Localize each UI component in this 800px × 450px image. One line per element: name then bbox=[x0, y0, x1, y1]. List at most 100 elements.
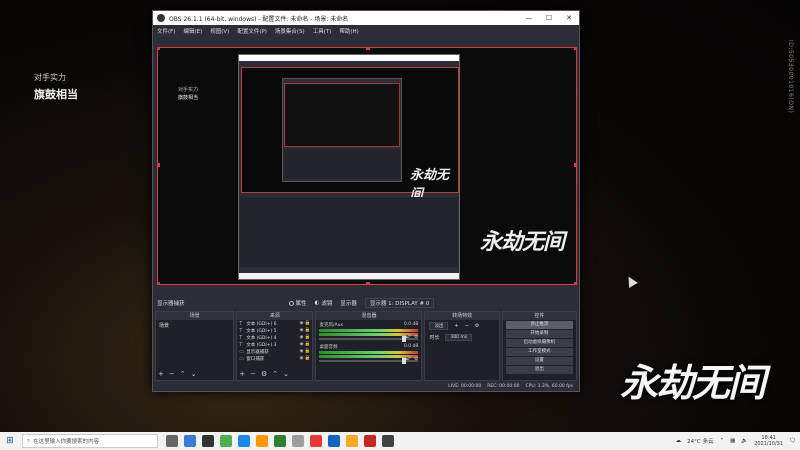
resize-handle[interactable] bbox=[366, 282, 370, 284]
taskbar-app-icon[interactable] bbox=[274, 435, 286, 447]
scenes-dock-title: 场景 bbox=[156, 312, 234, 320]
mixer-dock-title: 混音器 bbox=[316, 312, 422, 320]
filters-button[interactable]: ◐ 滤镜 bbox=[315, 299, 333, 307]
weather-text[interactable]: 24°C 多云 bbox=[687, 437, 713, 445]
source-label: 文本 (GDI+) 3 bbox=[246, 342, 277, 348]
menu-help[interactable]: 帮助(H) bbox=[339, 27, 358, 35]
settings-button[interactable]: 设置 bbox=[505, 357, 573, 365]
remove-icon[interactable]: − bbox=[465, 323, 469, 329]
taskbar-app-icon[interactable] bbox=[328, 435, 340, 447]
resize-handle[interactable] bbox=[158, 163, 160, 167]
nested-preview-2 bbox=[284, 83, 400, 147]
taskbar-search-input[interactable]: ⌕ 在这里输入你要搜索的内容 bbox=[22, 434, 158, 448]
nested-obs-capture-2 bbox=[282, 78, 402, 182]
obs-window[interactable]: OBS 26.1.1 (64-bit, windows) - 配置文件: 未命名… bbox=[152, 10, 580, 392]
taskbar-app-icon[interactable] bbox=[346, 435, 358, 447]
windows-start-icon[interactable]: ⊞ bbox=[0, 436, 20, 446]
taskbar-app-icon[interactable] bbox=[166, 435, 178, 447]
source-row[interactable]: T 文本 (GDI+) 3 ◉ 🔒 bbox=[237, 341, 312, 348]
volume-knob[interactable] bbox=[402, 336, 407, 342]
stop-streaming-button[interactable]: 停止推流 bbox=[505, 321, 573, 329]
controls-dock: 控件 停止推流 开始录制 启动虚拟摄像机 工作室模式 设置 退出 bbox=[501, 311, 577, 381]
transition-duration-row: 时长 300 ms bbox=[425, 332, 498, 343]
volume-slider[interactable] bbox=[319, 358, 419, 364]
close-button[interactable]: ✕ bbox=[559, 14, 579, 22]
remove-icon[interactable]: − bbox=[250, 370, 256, 378]
start-virtual-camera-button[interactable]: 启动虚拟摄像机 bbox=[505, 339, 573, 347]
preview-opponent-value: 旗鼓相当 bbox=[178, 95, 199, 101]
move-up-icon[interactable]: ⌃ bbox=[180, 370, 186, 378]
add-icon[interactable]: + bbox=[239, 370, 245, 378]
source-row[interactable]: T 文本 (GDI+) 4 ◉ 🔒 bbox=[237, 334, 312, 341]
resize-handle[interactable] bbox=[366, 48, 370, 50]
add-icon[interactable]: + bbox=[158, 370, 164, 378]
resize-handle[interactable] bbox=[158, 282, 160, 284]
nested-taskbar bbox=[239, 273, 459, 279]
menu-scene-collection[interactable]: 场景集合(S) bbox=[275, 27, 305, 35]
tray-chevron-icon[interactable]: ⌃ bbox=[720, 438, 725, 444]
text-source-icon: T bbox=[239, 334, 243, 341]
taskbar-clock[interactable]: 18:41 2021/10/31 bbox=[754, 435, 783, 447]
source-row[interactable]: ▭ 显示器捕获 ◉ 🔒 bbox=[237, 348, 312, 355]
menu-file[interactable]: 文件(F) bbox=[157, 27, 175, 35]
source-row[interactable]: ▭ 窗口捕获 ◉ 🔒 bbox=[237, 355, 312, 362]
display-select[interactable]: 显示器 1: DISPLAY # 0 bbox=[364, 298, 435, 308]
taskbar-app-icon[interactable] bbox=[238, 435, 250, 447]
taskbar-app-icon[interactable] bbox=[184, 435, 196, 447]
taskbar-app-icon[interactable] bbox=[220, 435, 232, 447]
settings-icon[interactable]: ⚙ bbox=[475, 323, 479, 329]
taskbar-app-icon[interactable] bbox=[256, 435, 268, 447]
windows-taskbar: ⊞ ⌕ 在这里输入你要搜索的内容 ☁ 24°C 多云 ⌃ ▦ 🔈 18:41 2… bbox=[0, 432, 800, 450]
menu-tools[interactable]: 工具(T) bbox=[313, 27, 332, 35]
network-icon[interactable]: ▦ bbox=[730, 438, 735, 444]
remove-icon[interactable]: − bbox=[169, 370, 175, 378]
source-label: 文本 (GDI+) 5 bbox=[246, 328, 277, 334]
transition-type-row: 淡出 + − ⚙ bbox=[425, 320, 498, 332]
obs-statusbar: LIVE: 00:00:00 REC: 00:00:00 CPU: 1.3%, … bbox=[153, 381, 579, 391]
taskbar-app-icon[interactable] bbox=[292, 435, 304, 447]
resize-handle[interactable] bbox=[574, 48, 576, 50]
resize-handle[interactable] bbox=[158, 48, 160, 50]
add-icon[interactable]: + bbox=[454, 323, 458, 329]
taskbar-app-icon[interactable] bbox=[364, 435, 376, 447]
volume-icon[interactable]: 🔈 bbox=[741, 438, 748, 444]
settings-icon[interactable]: ⚙ bbox=[261, 370, 267, 378]
obs-titlebar[interactable]: OBS 26.1.1 (64-bit, windows) - 配置文件: 未命名… bbox=[153, 11, 579, 25]
eye-icon[interactable]: ◉ 🔒 bbox=[300, 342, 311, 347]
minimize-button[interactable]: — bbox=[519, 14, 539, 22]
move-up-icon[interactable]: ⌃ bbox=[272, 370, 278, 378]
eye-icon[interactable]: ◉ 🔒 bbox=[300, 356, 311, 361]
scene-item[interactable]: 场景 bbox=[156, 320, 233, 331]
eye-icon[interactable]: ◉ 🔒 bbox=[300, 321, 311, 326]
studio-mode-button[interactable]: 工作室模式 bbox=[505, 348, 573, 356]
notification-icon[interactable]: 🗨 bbox=[789, 438, 796, 444]
taskbar-app-icon[interactable] bbox=[382, 435, 394, 447]
audio-meter bbox=[319, 351, 419, 354]
duration-input[interactable]: 300 ms bbox=[445, 334, 473, 341]
volume-knob[interactable] bbox=[402, 358, 407, 364]
resize-handle[interactable] bbox=[574, 282, 576, 284]
exit-button[interactable]: 退出 bbox=[505, 366, 573, 374]
taskbar-app-icon[interactable] bbox=[310, 435, 322, 447]
menu-view[interactable]: 视图(V) bbox=[210, 27, 229, 35]
menu-profile[interactable]: 配置文件(P) bbox=[237, 27, 267, 35]
move-down-icon[interactable]: ⌄ bbox=[191, 370, 197, 378]
taskbar-app-icon[interactable] bbox=[202, 435, 214, 447]
source-row[interactable]: T 文本 (GDI+) 5 ◉ 🔒 bbox=[237, 327, 312, 334]
menu-edit[interactable]: 编辑(E) bbox=[183, 27, 202, 35]
start-recording-button[interactable]: 开始录制 bbox=[505, 330, 573, 338]
resize-handle[interactable] bbox=[574, 163, 576, 167]
maximize-button[interactable]: ☐ bbox=[539, 14, 559, 22]
source-row[interactable]: T 文本 (GDI+) 6 ◉ 🔒 bbox=[237, 320, 312, 327]
weather-icon[interactable]: ☁ bbox=[676, 438, 682, 444]
move-down-icon[interactable]: ⌄ bbox=[283, 370, 289, 378]
transition-select[interactable]: 淡出 bbox=[429, 322, 449, 330]
eye-icon[interactable]: ◉ 🔒 bbox=[300, 328, 311, 333]
volume-slider[interactable] bbox=[319, 336, 419, 342]
properties-button[interactable]: 属性 bbox=[288, 299, 307, 307]
eye-icon[interactable]: ◉ 🔒 bbox=[300, 349, 311, 354]
eye-icon[interactable]: ◉ 🔒 bbox=[300, 335, 311, 340]
obs-window-title: OBS 26.1.1 (64-bit, windows) - 配置文件: 未命名… bbox=[169, 15, 349, 23]
source-toolbar: 显示器捕获 属性 ◐ 滤镜 显示器 显示器 1: DISPLAY # 0 bbox=[153, 297, 579, 309]
obs-preview[interactable]: 对手实力 旗鼓相当 永劫无间 永劫无间 bbox=[157, 47, 577, 285]
